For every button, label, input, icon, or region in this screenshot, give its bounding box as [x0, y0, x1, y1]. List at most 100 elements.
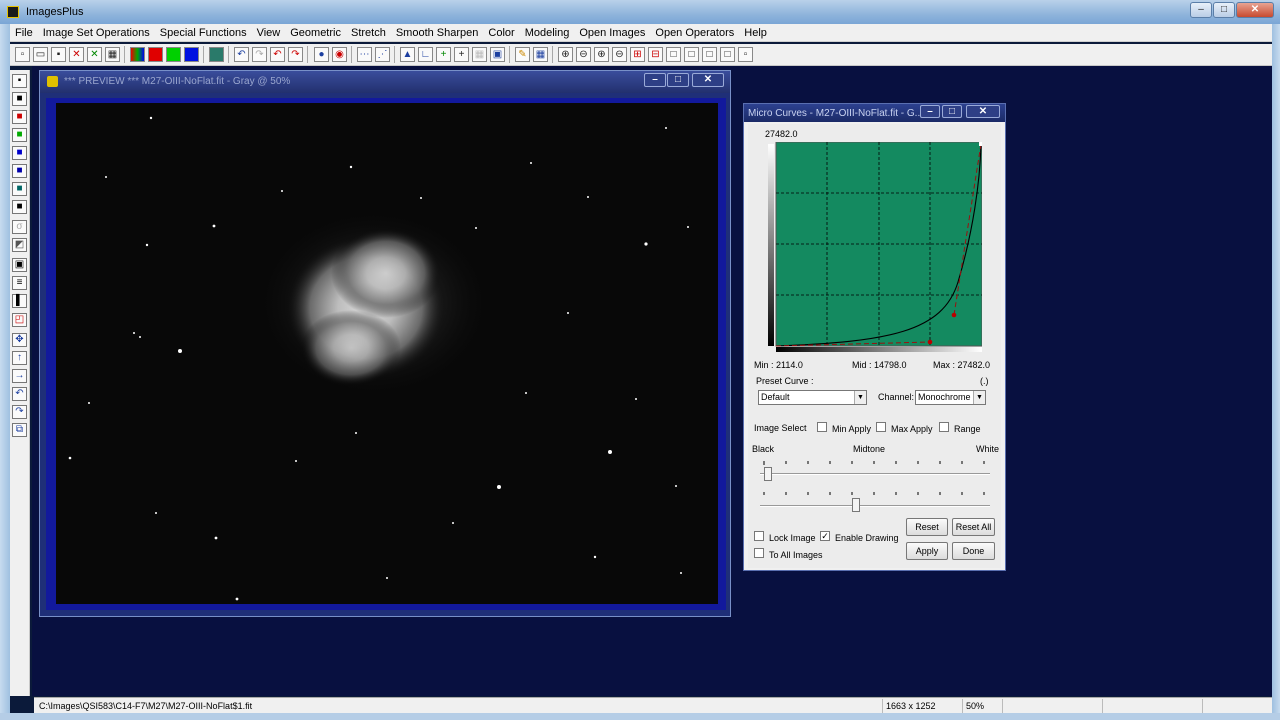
- preview-minimize-button[interactable]: –: [644, 73, 666, 87]
- lock-image-checkbox[interactable]: [754, 531, 764, 541]
- open-folder-icon[interactable]: ▭: [33, 47, 48, 62]
- window-icon[interactable]: □: [666, 47, 681, 62]
- apply-button[interactable]: Apply: [906, 542, 948, 560]
- close-all-icon[interactable]: ✕: [87, 47, 102, 62]
- curves-close-button[interactable]: ✕: [966, 105, 1000, 118]
- black-icon[interactable]: ■: [12, 200, 27, 214]
- disabled-tool-icon[interactable]: σ: [12, 220, 27, 234]
- enable-drawing-checkbox[interactable]: ✓: [820, 531, 830, 541]
- close-image-icon[interactable]: ✕: [69, 47, 84, 62]
- curve-plot[interactable]: [768, 142, 982, 352]
- blue-dark-icon[interactable]: ■: [12, 164, 27, 178]
- preview-close-button[interactable]: ✕: [692, 73, 724, 87]
- blue-channel-icon[interactable]: [184, 47, 199, 62]
- menu-help[interactable]: Help: [739, 27, 772, 39]
- gradient-icon[interactable]: ◩: [12, 238, 27, 252]
- pencil-icon[interactable]: ✎: [515, 47, 530, 62]
- target-icon[interactable]: ◉: [332, 47, 347, 62]
- window-minimize-all-icon[interactable]: ▫: [738, 47, 753, 62]
- redo-icon[interactable]: ↷: [252, 47, 267, 62]
- zoom-out-icon[interactable]: ⊖: [576, 47, 591, 62]
- menu-image-set-operations[interactable]: Image Set Operations: [38, 27, 155, 39]
- midtone-slider-thumb[interactable]: [852, 498, 860, 512]
- control-point[interactable]: [927, 339, 933, 345]
- curves-title-bar[interactable]: Micro Curves - M27-OIII-NoFlat.fit - G..…: [744, 104, 1005, 122]
- done-button[interactable]: Done: [952, 542, 995, 560]
- save-icon[interactable]: ▪: [12, 74, 27, 88]
- zoom-plus-icon[interactable]: ⊞: [630, 47, 645, 62]
- control-point[interactable]: [951, 312, 957, 318]
- preview-title-bar[interactable]: *** PREVIEW *** M27-OIII-NoFlat.fit - Gr…: [40, 71, 730, 93]
- arrow-right-icon[interactable]: →: [12, 369, 27, 383]
- endpoint-handle[interactable]: [979, 142, 982, 146]
- image-icon[interactable]: ▣: [490, 47, 505, 62]
- to-all-images-checkbox[interactable]: [754, 548, 764, 558]
- save-icon[interactable]: ▪: [51, 47, 66, 62]
- menu-color[interactable]: Color: [483, 27, 519, 39]
- menu-smooth-sharpen[interactable]: Smooth Sharpen: [391, 27, 484, 39]
- micro-curves-dialog[interactable]: Micro Curves - M27-OIII-NoFlat.fit - G..…: [743, 103, 1006, 571]
- zoom-fit-icon[interactable]: ⊕: [594, 47, 609, 62]
- midtone-slider-track[interactable]: [760, 505, 990, 507]
- preview-window[interactable]: *** PREVIEW *** M27-OIII-NoFlat.fit - Gr…: [39, 70, 731, 617]
- arrow-up-icon[interactable]: ↑: [12, 351, 27, 365]
- menu-modeling[interactable]: Modeling: [520, 27, 575, 39]
- line-profile-icon[interactable]: ⋯: [357, 47, 372, 62]
- zoom-in-icon[interactable]: ⊕: [558, 47, 573, 62]
- green-channel-icon[interactable]: [166, 47, 181, 62]
- preview-maximize-button[interactable]: □: [667, 73, 689, 87]
- min-apply-checkbox[interactable]: [817, 422, 827, 432]
- undo-all-icon[interactable]: ↶: [270, 47, 285, 62]
- menu-special-functions[interactable]: Special Functions: [155, 27, 252, 39]
- black-point-slider-thumb[interactable]: [764, 467, 772, 481]
- range-checkbox[interactable]: [939, 422, 949, 432]
- preset-curve-select[interactable]: Default ▼: [758, 390, 867, 405]
- grid-icon[interactable]: [209, 47, 224, 62]
- teal-icon[interactable]: ■: [12, 182, 27, 196]
- menu-view[interactable]: View: [252, 27, 286, 39]
- curves-maximize-button[interactable]: □: [942, 105, 962, 118]
- grid-disabled-icon[interactable]: ▦: [472, 47, 487, 62]
- levels-icon[interactable]: ≡: [12, 276, 27, 290]
- channel-select[interactable]: Monochrome ▼: [915, 390, 986, 405]
- print-icon[interactable]: ▦: [105, 47, 120, 62]
- zoom-actual-icon[interactable]: ⊖: [612, 47, 627, 62]
- menu-open-images[interactable]: Open Images: [574, 27, 650, 39]
- pixel-info-icon[interactable]: ⋰: [375, 47, 390, 62]
- angle-icon[interactable]: ∟: [418, 47, 433, 62]
- rotate-left-icon[interactable]: ↶: [12, 387, 27, 401]
- curves-minimize-button[interactable]: –: [920, 105, 940, 118]
- rgb-channels-icon[interactable]: [130, 47, 145, 62]
- black-point-icon[interactable]: ■: [12, 92, 27, 106]
- crosshair-green-icon[interactable]: +: [436, 47, 451, 62]
- new-file-icon[interactable]: ▫: [15, 47, 30, 62]
- histogram-icon[interactable]: ▲: [400, 47, 415, 62]
- green-icon[interactable]: ■: [12, 128, 27, 142]
- move-icon[interactable]: ✥: [12, 333, 27, 347]
- close-button[interactable]: ✕: [1236, 2, 1274, 18]
- window-cascade-icon[interactable]: □: [702, 47, 717, 62]
- undo-icon[interactable]: ↶: [234, 47, 249, 62]
- menu-stretch[interactable]: Stretch: [346, 27, 391, 39]
- window-small-icon[interactable]: □: [720, 47, 735, 62]
- reset-button[interactable]: Reset: [906, 518, 948, 536]
- window-tile-icon[interactable]: □: [684, 47, 699, 62]
- menu-file[interactable]: File: [10, 27, 38, 39]
- table-icon[interactable]: ▦: [533, 47, 548, 62]
- zoom-minus-icon[interactable]: ⊟: [648, 47, 663, 62]
- point-icon[interactable]: ●: [314, 47, 329, 62]
- rotate-right-icon[interactable]: ↷: [12, 405, 27, 419]
- redo-all-icon[interactable]: ↷: [288, 47, 303, 62]
- half-icon[interactable]: ▌: [12, 294, 27, 308]
- select-icon[interactable]: ◰: [12, 313, 27, 327]
- red-channel-icon[interactable]: [148, 47, 163, 62]
- black-white-slider-track[interactable]: [760, 473, 990, 475]
- frame-icon[interactable]: ▣: [12, 258, 27, 272]
- reset-all-button[interactable]: Reset All: [952, 518, 995, 536]
- copy-icon[interactable]: ⧉: [12, 423, 27, 437]
- max-apply-checkbox[interactable]: [876, 422, 886, 432]
- astro-image[interactable]: [56, 103, 718, 604]
- minimize-button[interactable]: –: [1190, 2, 1212, 18]
- menu-open-operators[interactable]: Open Operators: [650, 27, 739, 39]
- crosshair-icon[interactable]: +: [454, 47, 469, 62]
